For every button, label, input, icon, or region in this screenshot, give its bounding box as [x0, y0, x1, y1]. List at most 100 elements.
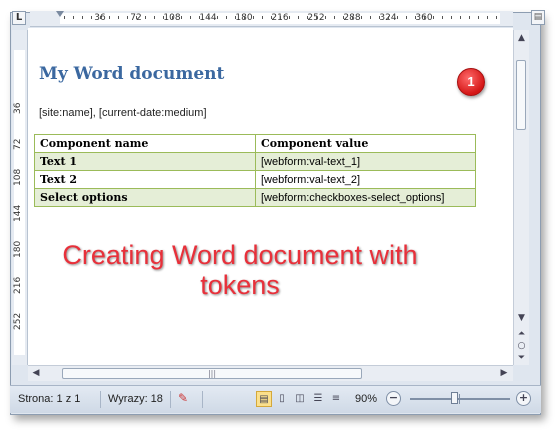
row-name[interactable]: Text 1	[34, 152, 256, 171]
table-row: Text 1 [webform:val-text_1]	[34, 152, 476, 171]
ruler-tick	[262, 16, 263, 19]
indent-marker[interactable]	[56, 11, 64, 17]
select-browse-object-icon[interactable]: ○	[516, 340, 527, 352]
vertical-scrollbar[interactable]: ▲ ▼ ⏶ ○ ⏷	[513, 30, 529, 365]
ruler-tick	[91, 16, 92, 19]
header-component-value[interactable]: Component value	[255, 134, 476, 153]
row-value[interactable]: [webform:checkboxes-select_options]	[255, 188, 476, 207]
ruler-tick	[325, 16, 326, 19]
ruler-tick	[424, 16, 425, 19]
ruler-tick	[460, 16, 461, 19]
zoom-slider-handle[interactable]	[451, 392, 459, 404]
proofing-icon[interactable]: ✎	[178, 391, 194, 407]
ruler-tick	[154, 16, 155, 19]
caption-line-1: Creating Word document with	[62, 240, 418, 270]
ruler-label: 216	[13, 276, 23, 294]
ruler-tick	[478, 16, 479, 19]
zoom-out-icon[interactable]: −	[386, 391, 401, 406]
view-ruler-icon[interactable]: ▤	[531, 10, 545, 25]
status-divider	[170, 391, 171, 408]
draft-icon[interactable]: ≡	[328, 391, 344, 407]
scroll-down-icon[interactable]: ▼	[516, 312, 527, 324]
ruler-tick	[307, 16, 308, 19]
caption-line-2: tokens	[200, 270, 280, 300]
table-row: Text 2 [webform:val-text_2]	[34, 170, 476, 189]
ruler-tick	[136, 16, 137, 19]
ruler-tick	[469, 16, 470, 19]
row-name[interactable]: Text 2	[34, 170, 256, 189]
word-count[interactable]: Wyrazy: 18	[108, 393, 163, 405]
row-value[interactable]: [webform:val-text_1]	[255, 152, 476, 171]
token-line[interactable]: [site:name], [current-date:medium]	[39, 107, 207, 119]
outline-icon[interactable]: ☰	[310, 391, 326, 407]
ruler-tick	[64, 16, 65, 19]
ruler-tick	[163, 16, 164, 19]
tab-selector-button[interactable]: L	[12, 11, 26, 25]
ruler-tick	[244, 16, 245, 19]
zoom-in-icon[interactable]: +	[516, 391, 531, 406]
ruler-tick	[415, 16, 416, 19]
annotation-caption: Creating Word document with tokens	[30, 240, 450, 300]
ruler-label: 144	[13, 204, 23, 222]
ruler-tick	[190, 16, 191, 19]
ruler-tick	[73, 16, 74, 19]
page-count[interactable]: Strona: 1 z 1	[18, 393, 80, 405]
ruler-tick	[298, 16, 299, 19]
scroll-up-icon[interactable]: ▲	[516, 32, 527, 44]
header-component-name[interactable]: Component name	[34, 134, 256, 153]
web-layout-icon[interactable]: ◫	[292, 391, 308, 407]
next-page-icon[interactable]: ⏷	[516, 352, 527, 364]
zoom-slider[interactable]	[410, 398, 510, 400]
vertical-scroll-thumb[interactable]	[516, 60, 526, 130]
ruler-tick	[334, 16, 335, 19]
step-badge: 1	[457, 68, 485, 96]
ruler-tick	[217, 16, 218, 19]
ruler-tick	[118, 16, 119, 19]
zoom-level[interactable]: 90%	[355, 393, 377, 405]
ruler-tick	[235, 16, 236, 19]
previous-page-icon[interactable]: ⏶	[516, 328, 527, 340]
ruler-tick	[442, 16, 443, 19]
ruler-label: 108	[13, 168, 23, 186]
status-bar: Strona: 1 z 1 Wyrazy: 18 ✎ ▤ ▯ ◫ ☰ ≡ 90%…	[10, 385, 541, 413]
ruler-tick	[397, 16, 398, 19]
row-value[interactable]: [webform:val-text_2]	[255, 170, 476, 189]
document-title[interactable]: My Word document	[39, 64, 224, 84]
ruler-tick	[496, 16, 497, 19]
ruler-label: 72	[13, 138, 23, 150]
ruler-tick	[82, 16, 83, 19]
component-table[interactable]: Component name Component value Text 1 [w…	[34, 134, 476, 207]
horizontal-ruler[interactable]: 3672108144180216252288324360	[30, 11, 513, 27]
ruler-tick	[361, 16, 362, 19]
status-divider	[202, 391, 203, 408]
ruler-tick	[370, 16, 371, 19]
row-name[interactable]: Select options	[34, 188, 256, 207]
full-screen-reading-icon[interactable]: ▯	[274, 391, 290, 407]
ruler-tick	[199, 16, 200, 19]
ruler-tick	[208, 16, 209, 19]
scroll-left-icon[interactable]: ◀	[30, 367, 42, 379]
ruler-tick	[289, 16, 290, 19]
vruler-text-area	[14, 50, 25, 355]
vertical-ruler: 36 72 108 144 180 216 252	[12, 30, 28, 365]
ruler-tick	[379, 16, 380, 19]
ruler-tick	[253, 16, 254, 19]
ruler-tick	[388, 16, 389, 19]
ruler-tick	[100, 16, 101, 19]
ruler-tick	[280, 16, 281, 19]
ruler-tick	[433, 16, 434, 19]
zoom-center-mark	[459, 394, 460, 404]
table-header-row: Component name Component value	[34, 134, 476, 153]
horizontal-scroll-thumb[interactable]: |||	[62, 368, 362, 379]
ruler-tick	[316, 16, 317, 19]
ruler-tick	[451, 16, 452, 19]
ruler-label: 36	[13, 102, 23, 114]
ruler-tick	[406, 16, 407, 19]
print-layout-icon[interactable]: ▤	[256, 391, 272, 407]
ruler-tick	[226, 16, 227, 19]
ruler-tick	[487, 16, 488, 19]
horizontal-scrollbar[interactable]: ◀ ||| ▶	[28, 365, 513, 381]
ruler-tick	[181, 16, 182, 19]
scroll-right-icon[interactable]: ▶	[498, 367, 510, 379]
ruler-tick	[352, 16, 353, 19]
